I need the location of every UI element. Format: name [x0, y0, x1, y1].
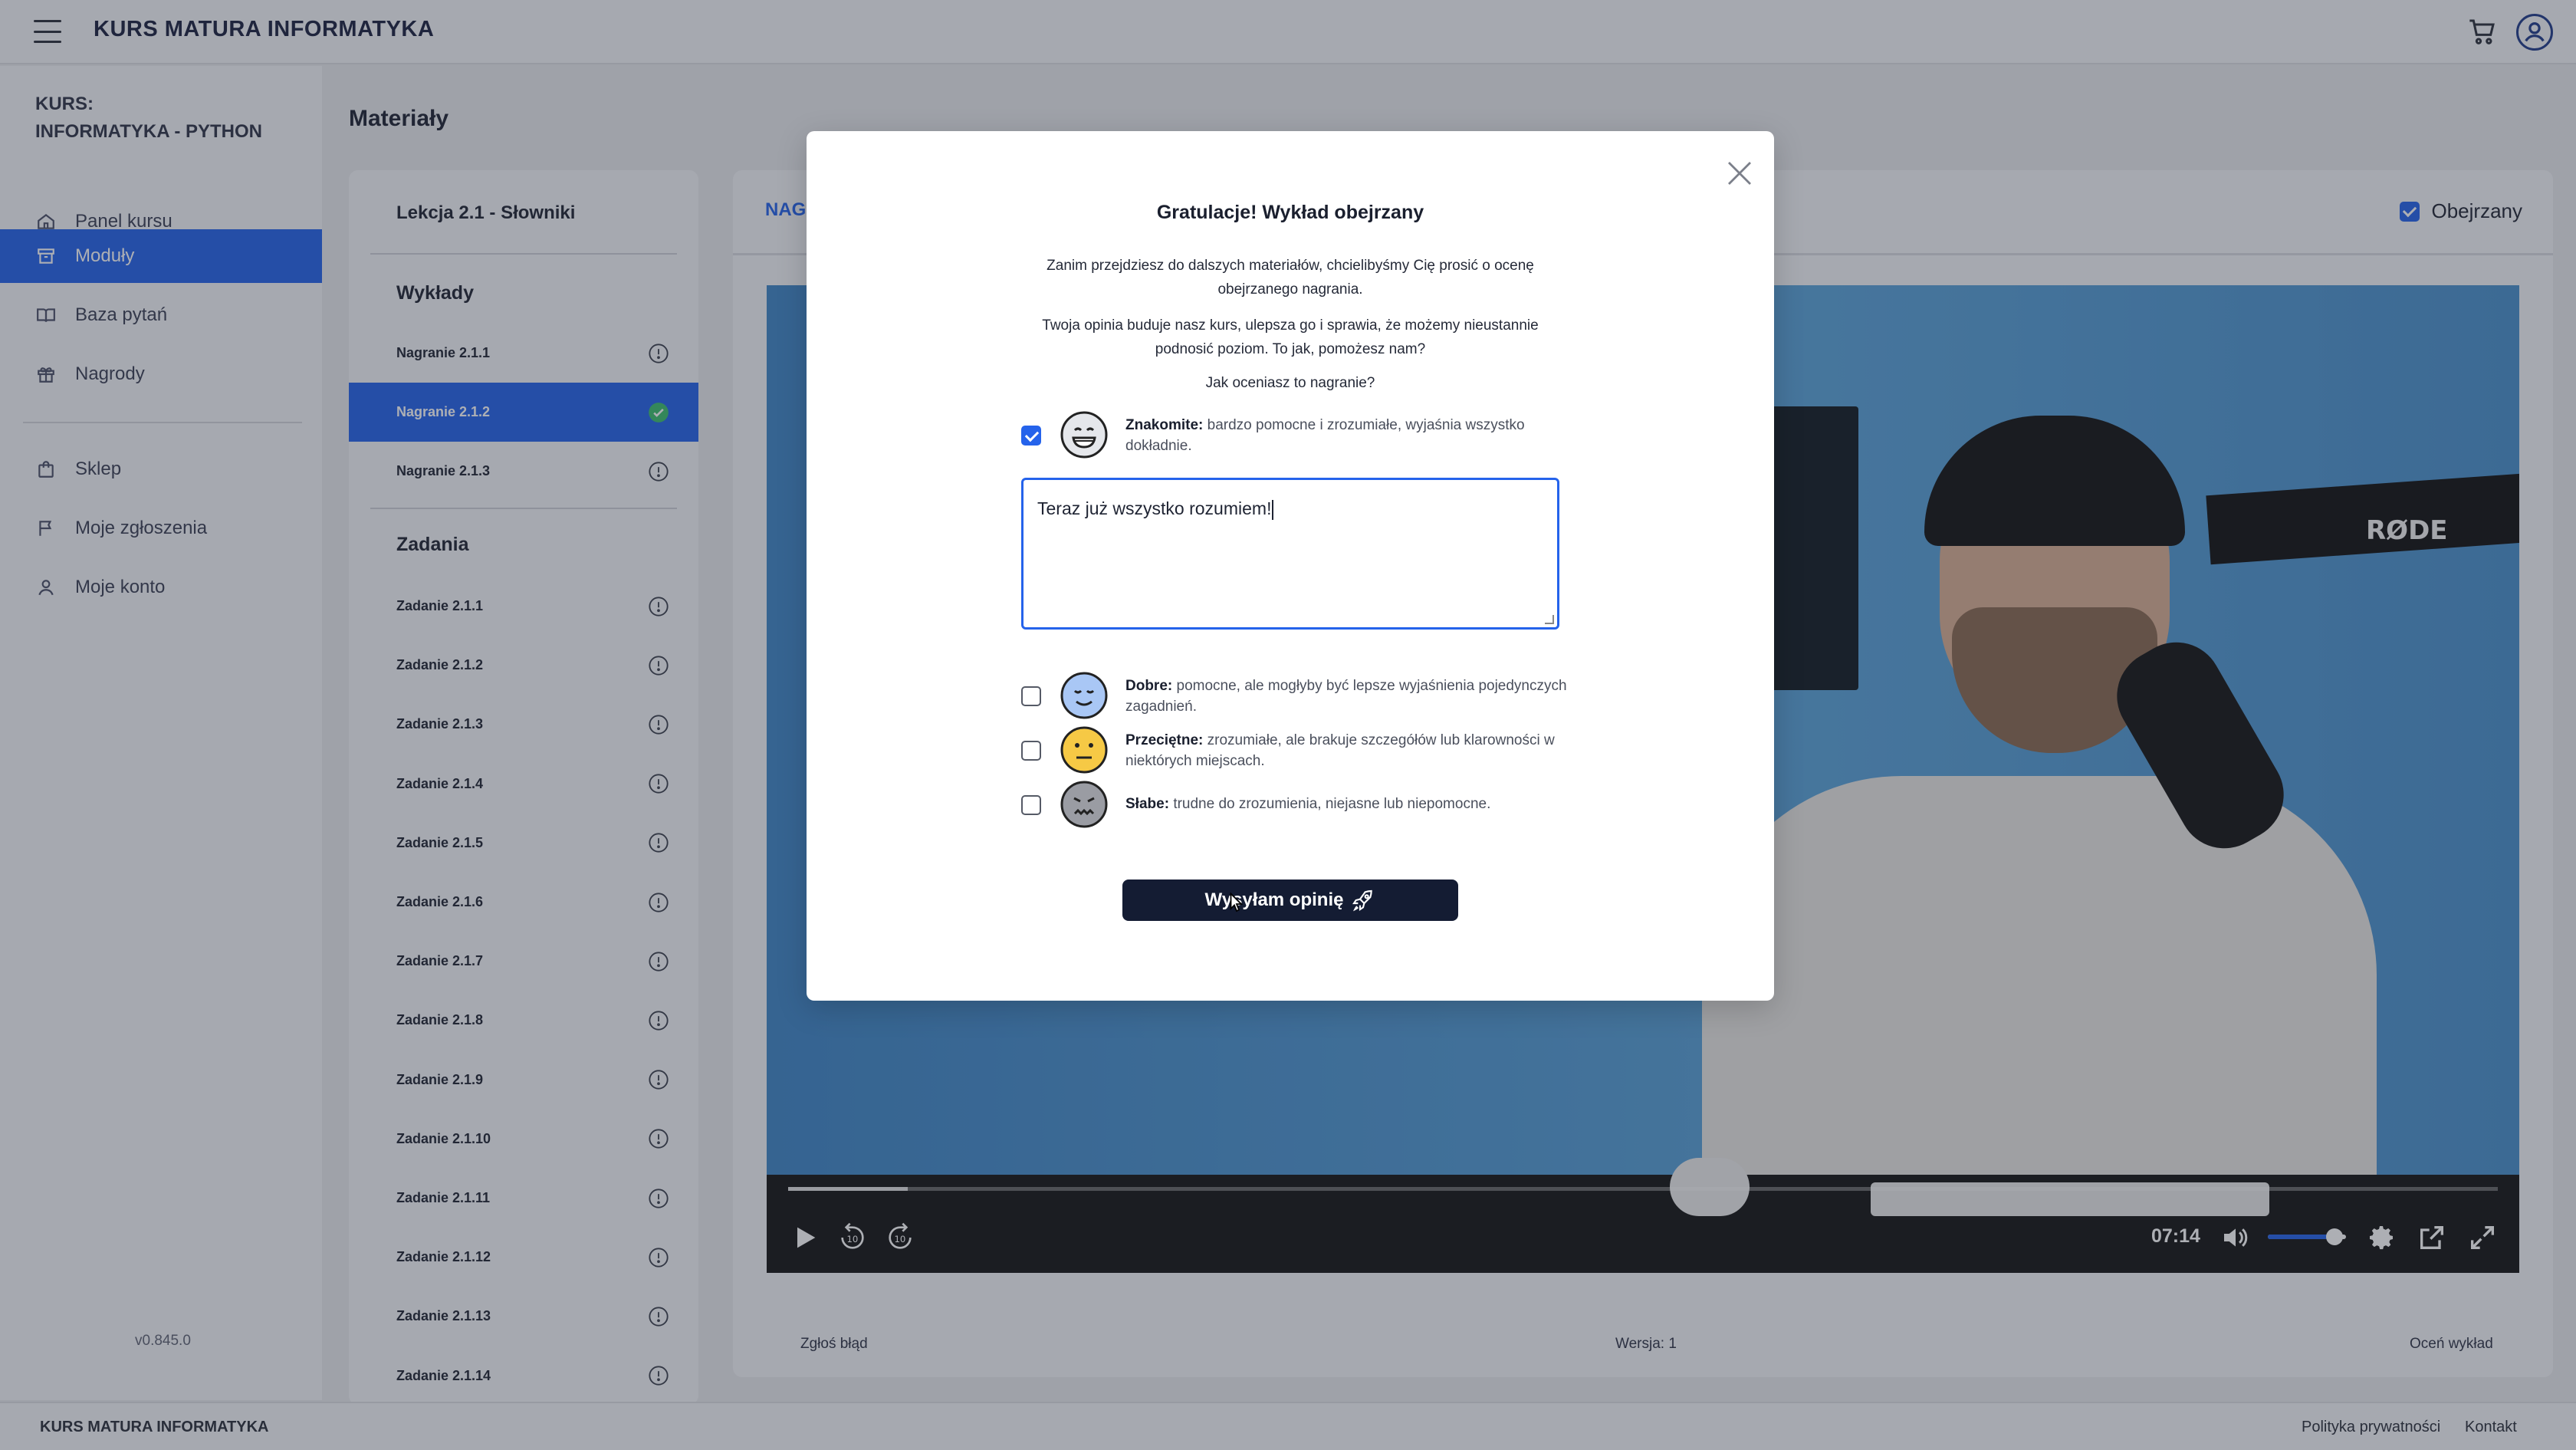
rating-checkbox-good[interactable]	[1021, 686, 1041, 706]
sad-face-icon	[1060, 781, 1108, 828]
grin-face-icon	[1060, 411, 1108, 459]
rating-text: Dobre: pomocne, ale mogłyby być lepsze w…	[1125, 678, 1567, 715]
rating-text: Znakomite: bardzo pomocne i zrozumiałe, …	[1125, 417, 1525, 454]
rating-option-good[interactable]: Dobre: pomocne, ale mogłyby być lepsze w…	[1021, 671, 1573, 722]
submit-feedback-button[interactable]: Wysyłam opinię	[1122, 880, 1458, 921]
rating-checkbox-average[interactable]	[1021, 741, 1041, 761]
rating-text: Słabe: trudne do zrozumienia, niejasne l…	[1125, 796, 1491, 812]
modal-intro-text: Zanim przejdziesz do dalszych materiałów…	[1046, 258, 1534, 298]
feedback-textarea[interactable]: Teraz już wszystko rozumiem!	[1021, 478, 1559, 630]
modal-title: Gratulacje! Wykład obejrzany	[1156, 202, 1424, 223]
rating-checkbox-poor[interactable]	[1021, 795, 1041, 815]
rating-modal: Gratulacje! Wykład obejrzany Zanim przej…	[807, 131, 1774, 1001]
mouse-cursor	[1230, 893, 1244, 912]
rocket-icon	[1352, 889, 1373, 912]
rating-option-average[interactable]: Przeciętne: zrozumiałe, ale brakuje szcz…	[1021, 725, 1573, 776]
smile-face-icon	[1060, 672, 1108, 719]
feedback-value: Teraz już wszystko rozumiem!	[1037, 498, 1272, 518]
neutral-face-icon	[1060, 726, 1108, 774]
rating-question: Jak oceniasz to nagranie?	[1205, 375, 1375, 391]
rating-option-excellent[interactable]: Znakomite: bardzo pomocne i zrozumiałe, …	[1021, 410, 1573, 461]
rating-text: Przeciętne: zrozumiałe, ale brakuje szcz…	[1125, 732, 1555, 769]
rating-option-poor[interactable]: Słabe: trudne do zrozumienia, niejasne l…	[1021, 780, 1573, 830]
rating-checkbox-excellent[interactable]	[1021, 426, 1041, 446]
close-icon[interactable]	[1723, 157, 1756, 189]
resize-handle[interactable]	[1545, 615, 1554, 624]
modal-description-text: Twoja opinia buduje nasz kurs, ulepsza g…	[1042, 317, 1539, 357]
